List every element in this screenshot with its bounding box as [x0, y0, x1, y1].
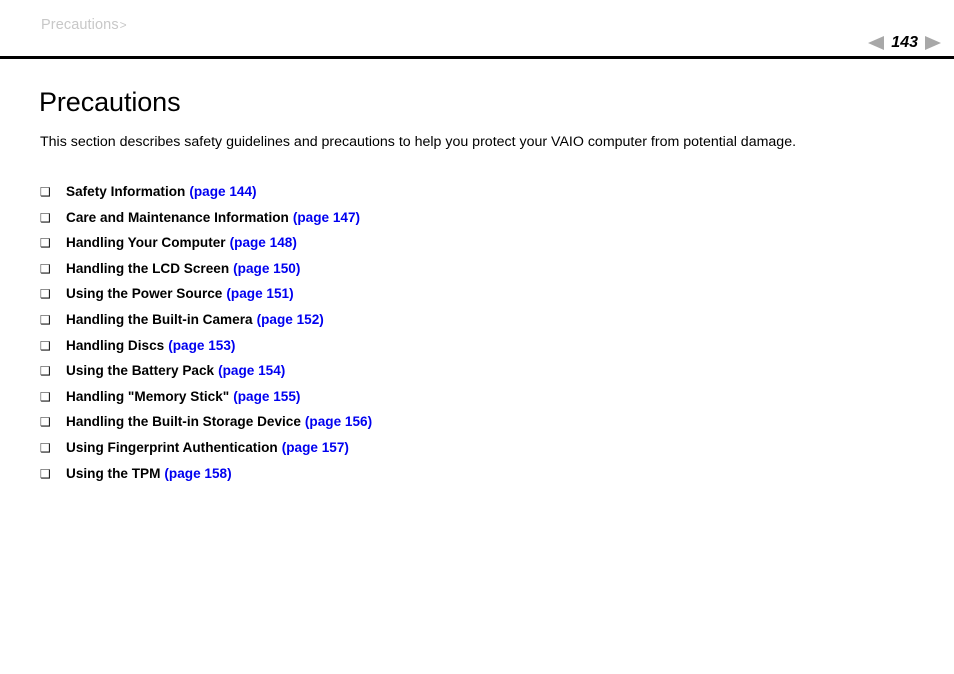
toc-item-page-link[interactable]: (page 158): [160, 466, 231, 481]
toc-item-page-link[interactable]: (page 147): [289, 210, 360, 225]
page-title: Precautions: [39, 87, 181, 117]
shadowed-square-bullet-icon: ❑: [40, 466, 51, 481]
toc-item-label: Handling the LCD Screen: [66, 260, 230, 276]
toc-item-label: Handling the Built-in Camera: [66, 311, 253, 327]
toc-item-label: Using the TPM: [66, 465, 161, 481]
shadowed-square-bullet-icon: ❑: [40, 185, 51, 199]
list-item[interactable]: ❑ Using the TPM (page 158): [40, 466, 372, 492]
shadowed-square-bullet-icon: ❑: [40, 338, 51, 353]
header-divider: [0, 56, 954, 59]
toc-item-page-link[interactable]: (page 151): [222, 286, 293, 301]
list-item[interactable]: ❑ Handling "Memory Stick" (page 155): [40, 389, 372, 415]
toc-item-label: Using the Power Source: [66, 286, 223, 302]
list-item[interactable]: ❑ Handling the LCD Screen (page 150): [40, 261, 372, 287]
toc-item-page-link[interactable]: (page 152): [253, 312, 324, 327]
triangle-right-icon[interactable]: [925, 36, 941, 50]
toc-item-label: Handling "Memory Stick": [66, 388, 230, 404]
shadowed-square-bullet-icon: ❑: [40, 287, 51, 302]
list-item[interactable]: ❑ Using the Power Source (page 151): [40, 286, 372, 312]
list-item[interactable]: ❑ Using Fingerprint Authentication (page 1…: [40, 440, 372, 466]
toc-item-label: Safety Information: [66, 184, 186, 199]
toc-item-page-link[interactable]: (page 148): [226, 235, 297, 250]
precautions-toc-list: ❑ Safety Information (page 144) ❑ Care and M…: [40, 184, 372, 491]
list-item[interactable]: ❑ Safety Information (page 144): [40, 184, 372, 210]
shadowed-square-bullet-icon: ❑: [40, 364, 51, 379]
shadowed-square-bullet-icon: ❑: [40, 440, 51, 455]
page-navigation: 143: [868, 33, 941, 53]
page-header: Precautions> 143: [0, 0, 954, 59]
list-item[interactable]: ❑ Care and Maintenance Information (page 1…: [40, 210, 372, 236]
list-item[interactable]: ❑ Handling Your Computer (page 148): [40, 235, 372, 261]
list-item[interactable]: ❑ Using the Battery Pack (page 154): [40, 363, 372, 389]
breadcrumb-separator: >: [119, 18, 127, 32]
shadowed-square-bullet-icon: ❑: [40, 312, 51, 327]
toc-item-label: Handling Your Computer: [66, 235, 226, 251]
toc-item-page-link[interactable]: (page 157): [278, 440, 349, 455]
toc-item-page-link[interactable]: (page 154): [214, 363, 285, 378]
list-item[interactable]: ❑ Handling the Built-in Camera (page 152): [40, 312, 372, 338]
list-item[interactable]: ❑ Handling Discs (page 153): [40, 338, 372, 364]
toc-item-page-link[interactable]: (page 144): [185, 184, 256, 199]
breadcrumb-current: Precautions: [41, 17, 119, 33]
shadowed-square-bullet-icon: ❑: [40, 389, 51, 404]
toc-item-label: Using the Battery Pack: [66, 363, 215, 379]
shadowed-square-bullet-icon: ❑: [40, 261, 51, 276]
shadowed-square-bullet-icon: ❑: [40, 210, 51, 225]
toc-item-label: Handling the Built-in Storage Device: [66, 414, 301, 430]
toc-item-page-link[interactable]: (page 153): [164, 338, 235, 353]
toc-item-label: Using Fingerprint Authentication: [66, 439, 278, 455]
breadcrumb: Precautions>: [41, 17, 127, 33]
toc-item-label: Care and Maintenance Information: [66, 209, 289, 225]
toc-item-page-link[interactable]: (page 156): [301, 414, 372, 429]
toc-item-page-link[interactable]: (page 150): [229, 261, 300, 276]
list-item[interactable]: ❑ Handling the Built-in Storage Device (pa…: [40, 414, 372, 440]
intro-paragraph: This section describes safety guidelines…: [40, 134, 797, 150]
shadowed-square-bullet-icon: ❑: [40, 236, 51, 251]
triangle-left-icon[interactable]: [868, 36, 885, 50]
toc-item-label: Handling Discs: [66, 337, 165, 353]
shadowed-square-bullet-icon: ❑: [40, 415, 51, 430]
page-number: 143: [891, 34, 918, 51]
toc-item-page-link[interactable]: (page 155): [229, 389, 300, 404]
